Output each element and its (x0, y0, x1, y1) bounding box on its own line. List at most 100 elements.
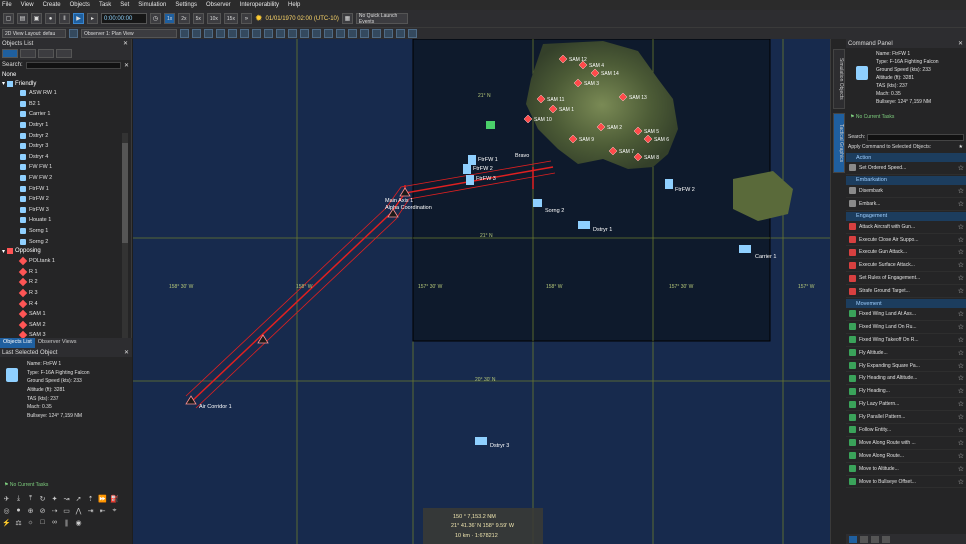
list-item-friendly[interactable]: Dstryr 3 (0, 141, 131, 152)
group-none[interactable]: None (0, 70, 131, 79)
unit-icon[interactable] (336, 29, 345, 38)
pause-icon[interactable]: ‖ (59, 13, 70, 24)
menu-file[interactable]: File (2, 2, 12, 8)
list-item-friendly[interactable]: ASW RW 1 (0, 88, 131, 99)
close-icon[interactable]: ✕ (123, 40, 128, 47)
favorite-star-icon[interactable]: ☆ (958, 413, 964, 421)
target-icon[interactable]: ⊕ (26, 506, 35, 515)
list-item-opposing[interactable]: POLtank 1 (0, 256, 131, 267)
map-canvas[interactable]: SAM 4 SAM 14SAM 3 SAM 13 SAM 1 SAM 2 SAM 5 SAM… (133, 39, 830, 544)
list-item-friendly[interactable]: Dstryr 4 (0, 152, 131, 163)
grid-icon[interactable] (240, 29, 249, 38)
attack-icon[interactable]: ✦ (50, 494, 59, 503)
bullseye-icon[interactable]: ◉ (74, 518, 83, 527)
command-item[interactable]: Fixed Wing Land At Ass... ☆ (846, 308, 966, 321)
tab-tactical-graphics[interactable]: Tactical Graphics (833, 113, 845, 173)
orbit-icon[interactable]: ↻ (38, 494, 47, 503)
chevron-down-icon[interactable]: ▾ (2, 80, 5, 87)
pattern-icon[interactable]: ▭ (62, 506, 71, 515)
list-item-friendly[interactable]: B2 1 (0, 99, 131, 110)
list-item-friendly[interactable]: FtrFW 1 (0, 183, 131, 194)
favorite-star-icon[interactable]: ☆ (958, 465, 964, 473)
command-item[interactable]: Execute Surface Attack... ☆ (846, 259, 966, 273)
command-item[interactable]: Fly Expanding Square Pa... ☆ (846, 360, 966, 373)
command-item[interactable]: Fly Altitude... ☆ (846, 347, 966, 360)
menu-task[interactable]: Task (99, 2, 111, 8)
list-item-friendly[interactable]: FW FW 2 (0, 173, 131, 184)
tab-objects-list[interactable]: Objects List (0, 338, 35, 348)
command-item[interactable]: Execute Gun Attack... ☆ (846, 246, 966, 260)
group-opposing[interactable]: ▾ Opposing (0, 247, 131, 256)
map-tool-icon[interactable] (180, 29, 189, 38)
command-item[interactable]: Follow Entity... ☆ (846, 424, 966, 437)
rules-icon[interactable]: ⚖ (14, 518, 23, 527)
landing-icon[interactable]: ⤓ (14, 494, 23, 503)
command-item[interactable]: Fly Heading and Altitude... ☆ (846, 372, 966, 386)
clock-icon[interactable]: ◷ (150, 13, 161, 24)
route-icon[interactable]: ↝ (62, 494, 71, 503)
clear-search-icon[interactable]: ✕ (124, 62, 129, 69)
embark-icon[interactable]: ⇥ (86, 506, 95, 515)
radar-icon[interactable] (396, 29, 405, 38)
command-item[interactable]: Disembark ☆ (846, 185, 966, 198)
calendar-icon[interactable]: ▦ (341, 13, 353, 24)
plane-icon[interactable]: ✈ (2, 494, 11, 503)
route-icon[interactable] (264, 29, 273, 38)
favorite-star-icon[interactable]: ☆ (958, 336, 964, 344)
list-item-opposing[interactable]: R 3 (0, 288, 131, 299)
command-item[interactable]: Set Ordered Speed... ☆ (846, 162, 966, 175)
star-icon[interactable]: ★ (959, 144, 963, 150)
measure-icon[interactable] (216, 29, 225, 38)
favorite-star-icon[interactable]: ☆ (958, 164, 964, 172)
favorite-star-icon[interactable]: ☆ (958, 478, 964, 486)
view-layout-dropdown[interactable]: 2D View Layout: defau (2, 29, 66, 38)
list-item-opposing[interactable]: R 4 (0, 298, 131, 309)
favorite-star-icon[interactable]: ☆ (958, 287, 964, 295)
square-icon[interactable]: □ (38, 518, 47, 527)
tab-observer-views[interactable]: Observer Views (35, 338, 80, 348)
search-input[interactable] (25, 61, 121, 69)
close-icon[interactable]: ✕ (124, 349, 129, 356)
zoom-icon[interactable] (192, 29, 201, 38)
favorite-star-icon[interactable]: ☆ (958, 374, 964, 382)
speed-5x[interactable]: 5x (192, 13, 204, 24)
altitude-icon[interactable]: ⇡ (86, 494, 95, 503)
list-item-friendly[interactable]: FW FW 1 (0, 162, 131, 173)
map-view[interactable]: SAM 4 SAM 14 SAM 3 SAM 13 SAM 1 SAM 2 SAM 5 SAM… (133, 39, 830, 544)
list-item-friendly[interactable]: FtrFW 2 (0, 194, 131, 205)
parallel-icon[interactable]: ∥ (62, 518, 71, 527)
command-item[interactable]: Set Rules of Engagement... ☆ (846, 272, 966, 286)
list-view-button[interactable] (20, 49, 36, 58)
favorite-star-icon[interactable]: ☆ (958, 323, 964, 331)
quick-launch-dropdown[interactable]: No Quick Launch Events (355, 13, 408, 25)
history-icon[interactable] (860, 535, 868, 543)
settings-icon[interactable] (882, 535, 890, 543)
fast-forward-icon[interactable]: » (240, 13, 252, 24)
hold-icon[interactable]: ⊘ (38, 506, 47, 515)
favorite-star-icon[interactable]: ☆ (958, 387, 964, 395)
favorite-star-icon[interactable]: ☆ (958, 236, 964, 244)
target-icon[interactable] (384, 29, 393, 38)
speed-2x[interactable]: 2x (178, 13, 190, 24)
favorite-star-icon[interactable]: ☆ (958, 452, 964, 460)
formation-icon[interactable]: ⋀ (74, 506, 83, 515)
speed-10x[interactable]: 10x (206, 13, 221, 24)
command-item[interactable]: Move to Altitude... ☆ (846, 463, 966, 476)
favorite-star-icon[interactable]: ☆ (958, 187, 964, 195)
command-item[interactable]: Move Along Route with ... ☆ (846, 437, 966, 450)
favorites-icon[interactable] (849, 535, 857, 543)
radar-icon[interactable]: ◎ (2, 506, 11, 515)
filter-button[interactable] (38, 49, 54, 58)
command-item[interactable]: Move to Bullseye Offset... ☆ (846, 476, 966, 489)
close-icon[interactable]: ✕ (958, 40, 963, 47)
follow-icon[interactable]: ⇢ (50, 506, 59, 515)
list-item-friendly[interactable]: FtrFW 3 (0, 205, 131, 216)
settings-icon[interactable] (408, 29, 417, 38)
ship-icon[interactable] (360, 29, 369, 38)
menu-interoperability[interactable]: Interoperability (240, 2, 279, 8)
polygon-icon[interactable] (324, 29, 333, 38)
disembark-icon[interactable]: ⇤ (98, 506, 107, 515)
strafe-icon[interactable]: ⚡ (2, 518, 11, 527)
aircraft-icon[interactable] (348, 29, 357, 38)
section-movement[interactable]: Movement (846, 299, 966, 309)
